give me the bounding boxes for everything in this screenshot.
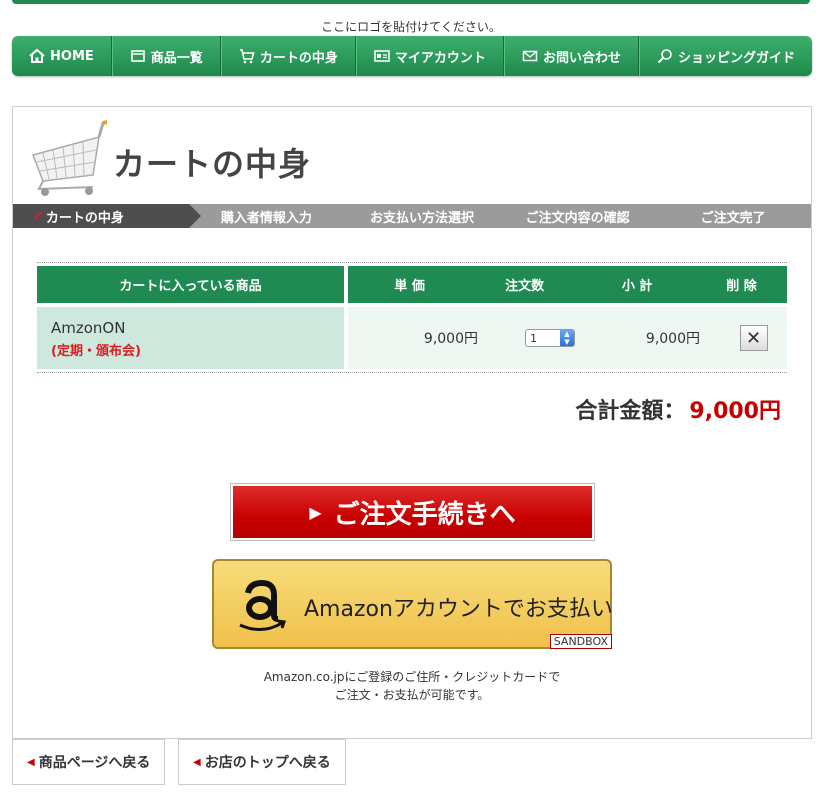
nav-cart-label: カートの中身 (259, 50, 338, 66)
back-arrow-icon: ◀ (27, 756, 35, 768)
amazon-pay-button[interactable]: Amazonアカウントでお支払い SANDBOX (212, 559, 613, 649)
subtotal: 9,000円 (645, 331, 700, 347)
play-icon: ▶ (309, 502, 322, 522)
mail-icon (522, 48, 538, 64)
product-name[interactable]: AmzonON (51, 319, 330, 337)
list-icon (130, 48, 146, 64)
back-to-top-button[interactable]: ◀ お店のトップへ戻る (178, 739, 346, 785)
back-to-top-label: お店のトップへ戻る (204, 755, 331, 771)
nav-home[interactable]: HOME (12, 36, 112, 76)
product-subtitle: (定期・頒布会) (51, 344, 141, 359)
step-confirm: ご注文内容の確認 (500, 204, 656, 228)
search-icon (657, 48, 673, 64)
step-payment: お支払い方法選択 (344, 204, 500, 228)
nav-products-label: 商品一覧 (150, 50, 203, 66)
nav-contact-label: お問い合わせ (542, 50, 621, 66)
checkout-steps: ✔ カートの中身 購入者情報入力 お支払い方法選択 ご注文内容の確認 ご注文完了 (13, 204, 811, 228)
sandbox-badge: SANDBOX (549, 634, 612, 649)
header-product: カートに入っている商品 (37, 266, 344, 303)
header-unit-price: 単 価 (348, 266, 472, 303)
account-icon (374, 48, 390, 64)
total-amount: 9,000円 (689, 399, 781, 424)
nav-guide-label: ショッピングガイド (677, 50, 795, 66)
step-label: ご注文内容の確認 (525, 210, 630, 226)
back-to-product-label: 商品ページへ戻る (38, 755, 151, 771)
product-cell: AmzonON (定期・頒布会) (37, 307, 344, 369)
total: 合計金額： 9,000円 (575, 393, 781, 425)
amazon-pay-label: Amazonアカウントでお支払い (304, 597, 613, 622)
delete-cell: ✕ (700, 325, 787, 351)
quantity-cell: 1 ▲ ▼ (480, 329, 590, 347)
nav-contact[interactable]: お問い合わせ (503, 36, 639, 76)
nav-home-label: HOME (50, 48, 94, 64)
step-label: カートの中身 (45, 210, 124, 226)
step-label: 購入者情報入力 (220, 210, 312, 226)
quantity-value: 1 (530, 331, 537, 345)
total-label: 合計金額： (575, 399, 686, 424)
nav-account-label: マイアカウント (394, 50, 486, 66)
cart-table: カートに入っている商品 単 価 注文数 小 計 削 除 AmzonON (定期・… (37, 262, 788, 373)
quantity-select[interactable]: 1 ▲ ▼ (525, 329, 575, 347)
amazon-note-line1: Amazon.co.jpにご登録のご住所・クレジットカードで (263, 670, 561, 684)
back-arrow-icon: ◀ (193, 756, 201, 768)
cart-icon (239, 48, 255, 64)
page-title: カートの中身 (113, 145, 312, 183)
nav-account[interactable]: マイアカウント (355, 36, 504, 76)
proceed-order-button[interactable]: ▶ ご注文手続きへ (230, 483, 595, 541)
step-buyer-info: 購入者情報入力 (189, 204, 345, 228)
header-quantity: 注文数 (471, 266, 579, 303)
amazon-note: Amazon.co.jpにご登録のご住所・クレジットカードで ご注文・お支払が可… (13, 668, 811, 704)
table-header: カートに入っている商品 単 価 注文数 小 計 削 除 (37, 266, 788, 303)
cart-panel: カートの中身 ✔ カートの中身 購入者情報入力 お支払い方法選択 ご注文内容の確… (12, 106, 812, 739)
step-label: ご注文完了 (700, 210, 766, 226)
step-cart: ✔ カートの中身 (13, 204, 201, 228)
global-nav: HOME 商品一覧 カートの中身 マイアカウント お問い合わせ ショッピングガイ… (12, 36, 812, 76)
back-to-product-button[interactable]: ◀ 商品ページへ戻る (12, 739, 166, 785)
home-icon (29, 48, 45, 64)
select-arrows-icon: ▲ ▼ (560, 330, 574, 346)
step-label: お支払い方法選択 (369, 210, 474, 226)
delete-button[interactable]: ✕ (739, 325, 768, 351)
nav-cart[interactable]: カートの中身 (220, 36, 356, 76)
nav-products[interactable]: 商品一覧 (111, 36, 221, 76)
header-delete: 削 除 (696, 266, 788, 303)
table-row: AmzonON (定期・頒布会) 9,000円 1 ▲ ▼ 9,000円 ✕ (37, 307, 787, 369)
logo-placeholder: ここにロゴを貼付けてください。 (321, 20, 501, 34)
shopping-cart-icon (27, 117, 114, 197)
unit-price: 9,000円 (423, 331, 478, 347)
header-subtotal: 小 計 (578, 266, 696, 303)
check-icon: ✔ (33, 208, 44, 224)
proceed-order-label: ご注文手続きへ (333, 499, 516, 530)
step-complete: ご注文完了 (655, 204, 811, 228)
amazon-note-line2: ご注文・お支払が可能です。 (334, 688, 490, 702)
top-bar (12, 0, 810, 4)
nav-guide[interactable]: ショッピングガイド (638, 36, 812, 76)
close-icon: ✕ (745, 327, 762, 349)
amazon-logo-icon (234, 575, 290, 635)
